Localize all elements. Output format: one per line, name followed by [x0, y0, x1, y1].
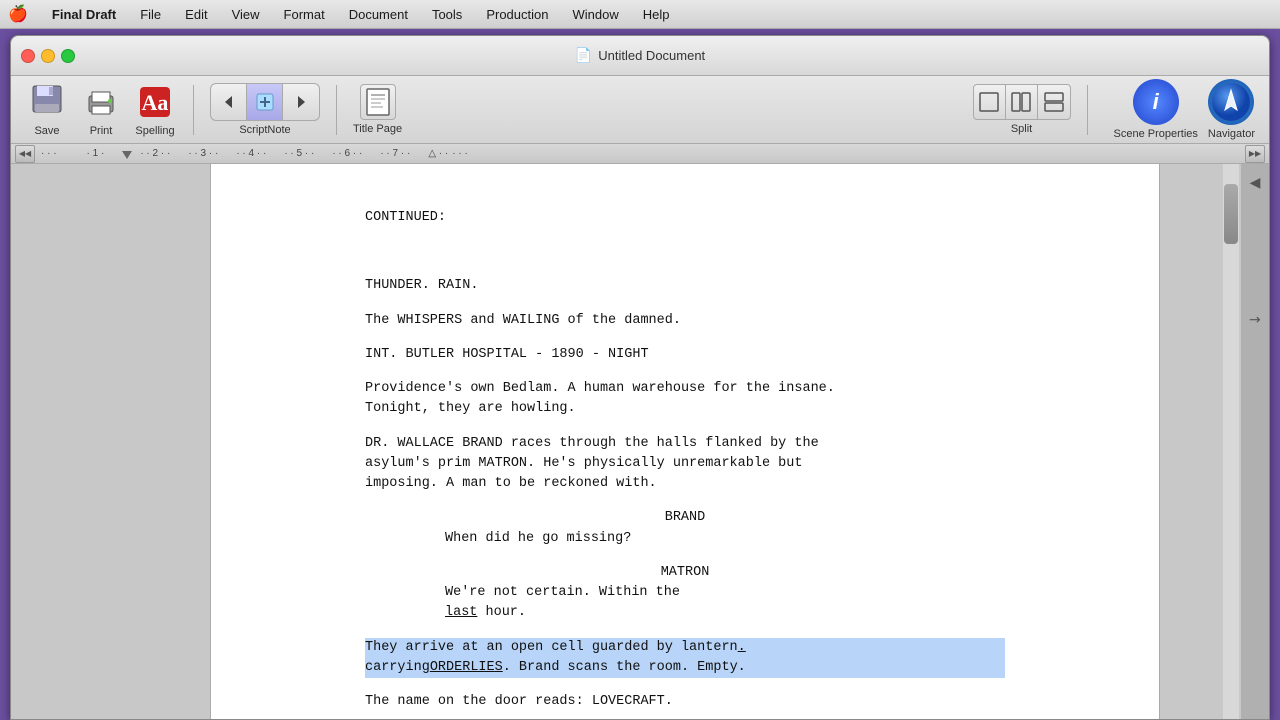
doc-icon: 📄 [575, 47, 592, 64]
scene-properties-label: Scene Properties [1114, 128, 1198, 140]
action-tonight: Tonight, they are howling. [365, 399, 1005, 419]
toolbar-separator-2 [336, 85, 337, 135]
spelling-icon: Aa [135, 82, 175, 122]
scriptnote-add-button[interactable] [247, 84, 283, 120]
spelling-button[interactable]: Aa Spelling [133, 82, 177, 137]
matron-character-name: MATRON [365, 563, 1005, 583]
action-providence: Providence's own Bedlam. A human warehou… [365, 379, 1005, 399]
side-nav-right: ◀ ↗ [1241, 164, 1269, 719]
last-underline: last [445, 605, 477, 620]
scriptnote-next-button[interactable] [283, 84, 319, 120]
scrollbar-track [1223, 164, 1239, 719]
navigator-icon [1208, 79, 1254, 125]
split-single-button[interactable] [974, 85, 1006, 119]
action-dr-brand-2: asylum's prim MATRON. He's physically un… [365, 454, 1005, 474]
window-title-text: Untitled Document [598, 48, 705, 63]
scriptnote-group: ScriptNote [210, 83, 320, 136]
split-label: Split [1011, 123, 1032, 135]
navigator-button[interactable]: Navigator [1208, 79, 1255, 140]
traffic-lights [21, 49, 75, 63]
brand1-character-name: BRAND [365, 508, 1005, 528]
ruler-scroll-right[interactable]: ▶▶ [1245, 145, 1265, 163]
continued-line: CONTINUED: [365, 208, 1005, 228]
view-menu[interactable]: View [228, 7, 264, 22]
edit-menu[interactable]: Edit [181, 7, 211, 22]
window-menu[interactable]: Window [568, 7, 622, 22]
split-horizontal-button[interactable] [1038, 85, 1070, 119]
action-dr-brand-3: imposing. A man to be reckoned with. [365, 474, 1005, 494]
ruler-body: · · · · 1 · · · 2 · · · · 3 · · · · 4 · … [35, 145, 1245, 163]
toolbar-separator-1 [193, 85, 194, 135]
maximize-button[interactable] [61, 49, 75, 63]
action-whispers: The WHISPERS and WAILING of the damned. [365, 311, 1005, 331]
side-arrow-1[interactable]: ◀ [1250, 174, 1261, 191]
window-title: 📄 Untitled Document [575, 47, 705, 64]
scene-heading: INT. BUTLER HOSPITAL - 1890 - NIGHT [365, 345, 1005, 365]
production-menu[interactable]: Production [482, 7, 552, 22]
split-vertical-button[interactable] [1006, 85, 1038, 119]
action-selected-2: carryingORDERLIES. Brand scans the room.… [365, 658, 1005, 678]
ruler-scroll-left[interactable]: ◀◀ [15, 145, 35, 163]
matron-dialogue-1: We're not certain. Within the [445, 583, 925, 603]
split-group: Split [973, 84, 1071, 135]
save-button[interactable]: Save [25, 82, 69, 137]
action-dr-brand-1: DR. WALLACE BRAND races through the hall… [365, 434, 1005, 454]
file-menu[interactable]: File [136, 7, 165, 22]
matron-dialogue-2: last hour. [445, 603, 925, 623]
menubar: 🍎 Final Draft File Edit View Format Docu… [0, 0, 1280, 29]
print-icon [81, 82, 121, 122]
titlebar: 📄 Untitled Document [11, 36, 1269, 76]
navigator-label: Navigator [1208, 128, 1255, 140]
ruler: ◀◀ · · · · 1 · · · 2 · · · · 3 · · · · 4… [11, 144, 1269, 164]
print-label: Print [90, 125, 113, 137]
scene-properties-icon: i [1133, 79, 1179, 125]
side-arrow-2[interactable]: ↗ [1245, 309, 1265, 329]
save-label: Save [34, 125, 59, 137]
titlepage-label: Title Page [353, 123, 402, 135]
script-area[interactable]: CONTINUED: THUNDER. RAIN. The WHISPERS a… [211, 164, 1159, 719]
orderlie-underline: ORDERLIE [430, 660, 495, 675]
minimize-button[interactable] [41, 49, 55, 63]
toolbar: Save Print Aa Spelling [11, 76, 1269, 144]
script-content: CONTINUED: THUNDER. RAIN. The WHISPERS a… [365, 184, 1005, 719]
scriptnote-buttons [210, 83, 320, 121]
print-button[interactable]: Print [79, 82, 123, 137]
close-button[interactable] [21, 49, 35, 63]
spelling-label: Spelling [135, 125, 174, 137]
split-buttons [973, 84, 1071, 120]
tools-menu[interactable]: Tools [428, 7, 466, 22]
scene-properties-button[interactable]: i Scene Properties [1114, 79, 1198, 140]
document-menu[interactable]: Document [345, 7, 412, 22]
titlepage-button[interactable] [360, 84, 396, 120]
scriptnote-label: ScriptNote [239, 124, 290, 136]
action-lovecraft: The name on the door reads: LOVECRAFT. [365, 692, 1005, 712]
svg-text:Aa: Aa [142, 90, 169, 115]
help-menu[interactable]: Help [639, 7, 674, 22]
action-thunder: THUNDER. RAIN. [365, 276, 1005, 296]
content-area: CONTINUED: THUNDER. RAIN. The WHISPERS a… [11, 164, 1269, 719]
format-menu[interactable]: Format [280, 7, 329, 22]
lantern-underline: . [738, 640, 746, 655]
toolbar-separator-3 [1087, 85, 1088, 135]
app-name-menu[interactable]: Final Draft [48, 7, 120, 22]
main-window: 📄 Untitled Document Save [10, 35, 1270, 720]
action-selected-1: They arrive at an open cell guarded by l… [365, 638, 1005, 658]
right-gutter: ◀ ↗ [1159, 164, 1269, 719]
brand1-dialogue: When did he go missing? [445, 529, 925, 549]
titlepage-group: Title Page [353, 84, 402, 135]
save-icon [27, 82, 67, 122]
scriptnote-prev-button[interactable] [211, 84, 247, 120]
left-gutter [11, 164, 211, 719]
scrollbar-thumb[interactable] [1224, 184, 1238, 244]
apple-menu[interactable]: 🍎 [8, 4, 28, 24]
